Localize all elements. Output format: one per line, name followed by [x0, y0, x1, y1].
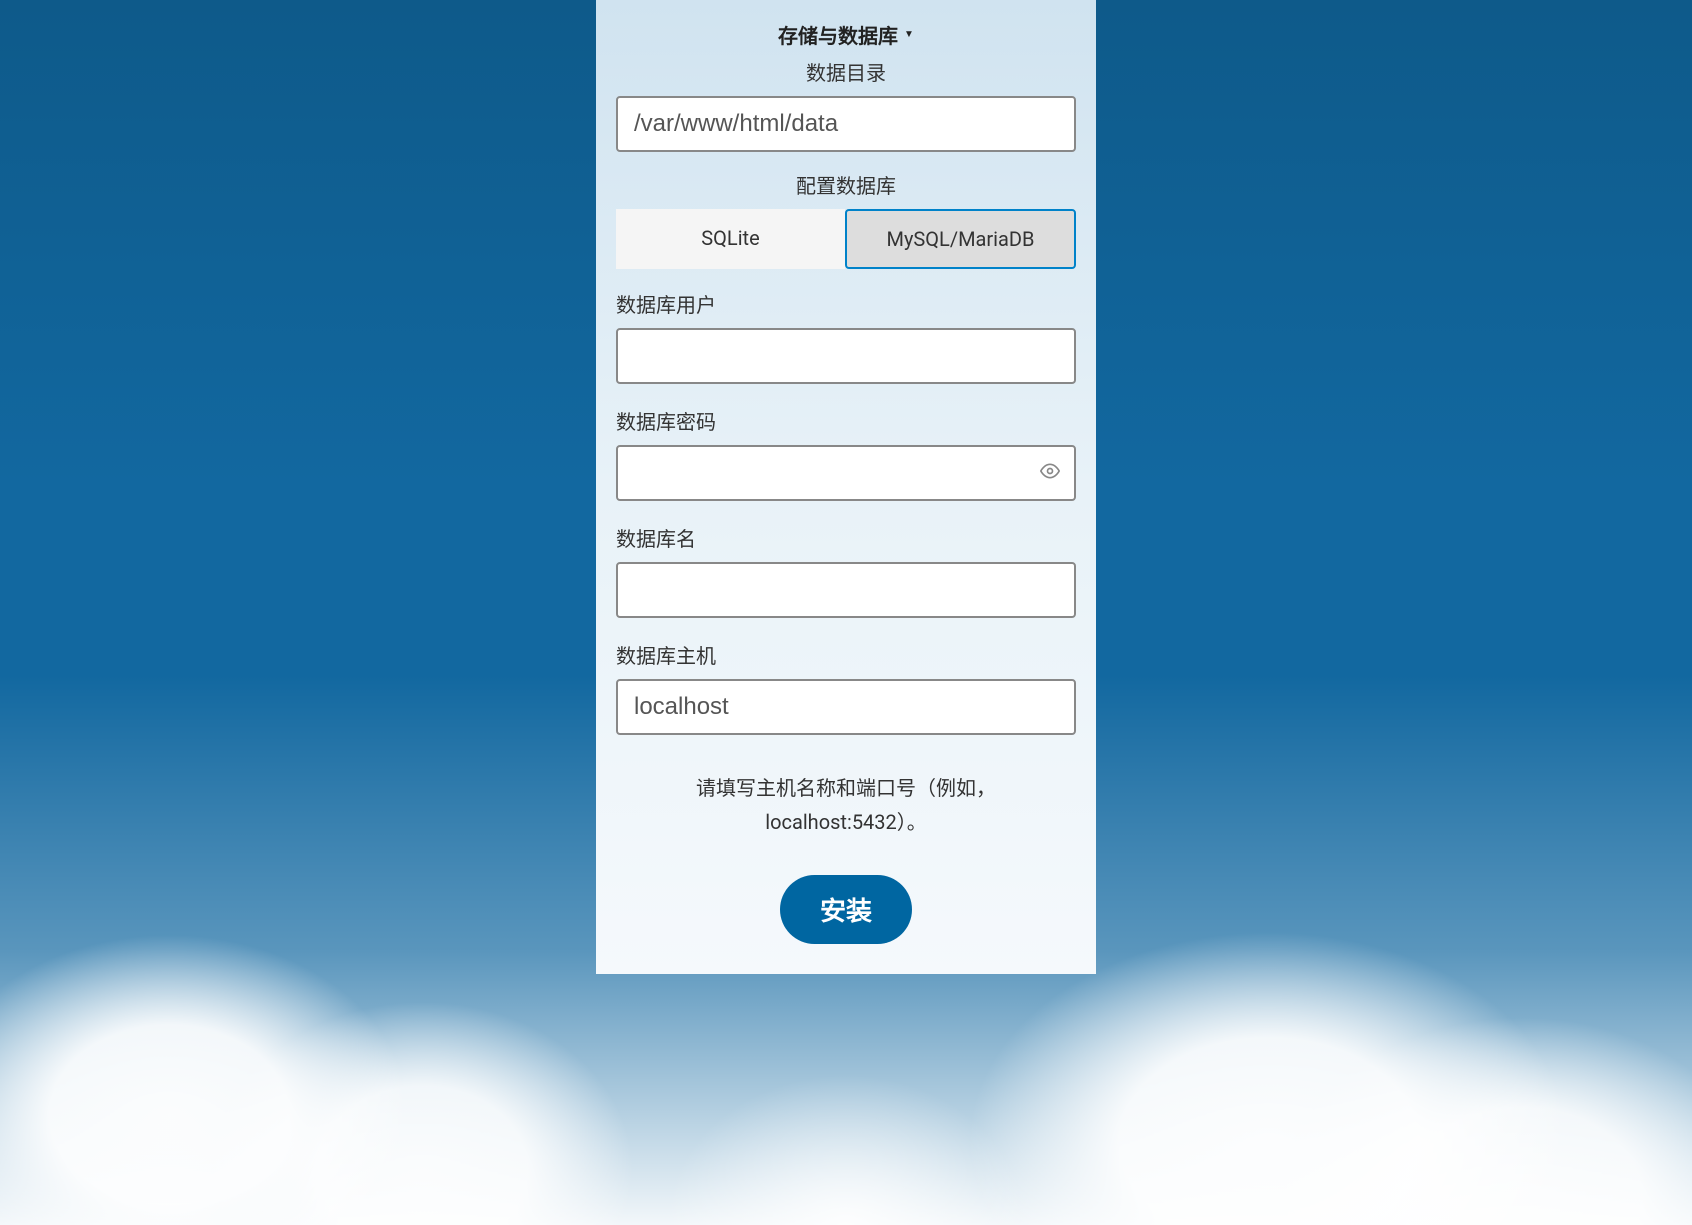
- data-directory-label: 数据目录: [616, 57, 1076, 86]
- database-host-hint: 请填写主机名称和端口号（例如，localhost:5432）。: [656, 771, 1036, 839]
- database-name-input[interactable]: [616, 562, 1076, 618]
- data-directory-input[interactable]: [616, 96, 1076, 152]
- database-name-label: 数据库名: [616, 523, 1076, 552]
- eye-icon[interactable]: [1040, 461, 1060, 485]
- database-host-input[interactable]: [616, 679, 1076, 735]
- database-user-input[interactable]: [616, 328, 1076, 384]
- setup-panel: 存储与数据库 ▼ 数据目录 配置数据库 SQLite MySQL/MariaDB…: [596, 0, 1096, 974]
- tab-mysql-mariadb[interactable]: MySQL/MariaDB: [845, 209, 1076, 269]
- database-config-label: 配置数据库: [616, 170, 1076, 199]
- storage-section-title: 存储与数据库: [778, 20, 898, 49]
- chevron-down-icon: ▼: [904, 29, 914, 40]
- database-type-tabs: SQLite MySQL/MariaDB: [616, 209, 1076, 269]
- database-user-label: 数据库用户: [616, 289, 1076, 318]
- database-password-input[interactable]: [616, 445, 1076, 501]
- database-password-label: 数据库密码: [616, 406, 1076, 435]
- database-host-label: 数据库主机: [616, 640, 1076, 669]
- install-button[interactable]: 安装: [780, 875, 912, 944]
- tab-sqlite[interactable]: SQLite: [616, 209, 845, 269]
- storage-section-toggle[interactable]: 存储与数据库 ▼: [616, 20, 1076, 49]
